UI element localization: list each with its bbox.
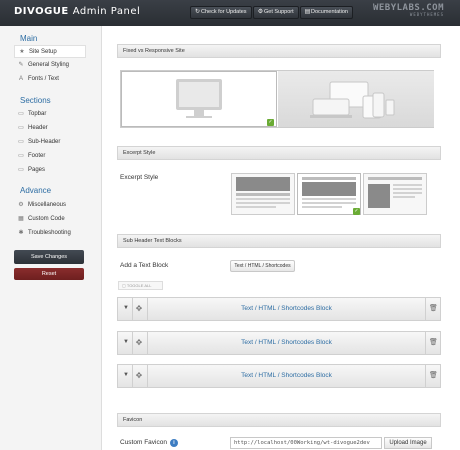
sidebar-item-troubleshooting[interactable]: ✱ Troubleshooting bbox=[14, 227, 86, 240]
excerpt-option-1[interactable] bbox=[231, 173, 295, 215]
check-updates-button[interactable]: ↻Check for Updates bbox=[190, 6, 252, 19]
reset-button[interactable]: Reset bbox=[14, 268, 84, 280]
trash-icon[interactable]: 🗑 bbox=[429, 371, 438, 379]
collapse-arrow-icon[interactable]: ▼ bbox=[122, 305, 130, 311]
sidebar-main-title: Main bbox=[20, 34, 38, 43]
add-text-block-button[interactable]: Text / HTML / Shortcodes bbox=[230, 260, 295, 272]
page-icon: ▭ bbox=[18, 111, 24, 117]
refresh-icon: ↻ bbox=[194, 9, 201, 15]
excerpt-section-header: Excerpt Style bbox=[117, 146, 441, 160]
custom-favicon-text: Custom Favicon bbox=[120, 439, 167, 446]
drag-handle-icon[interactable]: ✥ bbox=[135, 338, 143, 347]
brush-icon: ✎ bbox=[18, 62, 24, 68]
layout-option-responsive[interactable] bbox=[278, 71, 434, 127]
excerpt-thumbnail-2 bbox=[302, 177, 356, 208]
custom-favicon-label: Custom Favicon i bbox=[120, 439, 178, 447]
brand-subtitle: Admin Panel bbox=[72, 6, 141, 17]
text-block-title[interactable]: Text / HTML / Shortcodes Block bbox=[148, 339, 425, 346]
sidebar-item-label: Header bbox=[28, 125, 48, 131]
sidebar-item-label: Sub-Header bbox=[28, 139, 61, 145]
drag-handle-icon[interactable]: ✥ bbox=[135, 304, 143, 313]
sidebar-item-label: Site Setup bbox=[29, 49, 57, 55]
layout-option-fixed[interactable]: ✓ bbox=[121, 71, 277, 127]
font-icon: A bbox=[18, 76, 23, 82]
page-icon: ▭ bbox=[18, 125, 24, 131]
sidebar-item-label: Custom Code bbox=[28, 216, 65, 222]
text-block-3[interactable]: ▼ ✥ Text / HTML / Shortcodes Block 🗑 bbox=[117, 364, 441, 388]
responsive-devices-icon bbox=[310, 81, 395, 119]
star-icon: ★ bbox=[19, 49, 25, 55]
excerpt-thumbnail-1 bbox=[236, 177, 290, 208]
excerpt-style-label: Excerpt Style bbox=[120, 174, 159, 181]
text-block-2[interactable]: ▼ ✥ Text / HTML / Shortcodes Block 🗑 bbox=[117, 331, 441, 355]
sidebar-item-site-setup[interactable]: ★ Site Setup bbox=[14, 45, 86, 58]
page-icon: ▭ bbox=[18, 153, 24, 159]
brand-logo: DIVOGUE Admin Panel bbox=[14, 6, 140, 17]
code-icon: ▦ bbox=[18, 216, 24, 222]
get-support-label: Get Support bbox=[264, 9, 294, 15]
text-block-1[interactable]: ▼ ✥ Text / HTML / Shortcodes Block 🗑 bbox=[117, 297, 441, 321]
page-icon: ▭ bbox=[18, 139, 24, 145]
sidebar-item-label: Topbar bbox=[28, 111, 47, 117]
book-icon: ▤ bbox=[304, 9, 311, 15]
sidebar-item-general-styling[interactable]: ✎ General Styling bbox=[14, 59, 86, 72]
sidebar-item-footer[interactable]: ▭ Footer bbox=[14, 150, 86, 163]
sidebar-item-pages[interactable]: ▭ Pages bbox=[14, 164, 86, 177]
wrench-icon: ✱ bbox=[18, 230, 24, 236]
collapse-arrow-icon[interactable]: ▼ bbox=[122, 339, 130, 345]
documentation-label: Documentation bbox=[311, 9, 348, 15]
toggle-all-label: TOGGLE ALL bbox=[126, 283, 152, 288]
subheader-section-header: Sub Header Text Blocks bbox=[117, 234, 441, 248]
excerpt-thumbnail-3 bbox=[368, 177, 422, 208]
selected-check-icon: ✓ bbox=[267, 119, 274, 126]
excerpt-option-2[interactable]: ✓ bbox=[297, 173, 361, 215]
toggle-all-button[interactable]: ▢ TOGGLE ALL bbox=[118, 281, 163, 290]
trash-icon[interactable]: 🗑 bbox=[429, 338, 438, 346]
layout-options: ✓ bbox=[120, 70, 434, 128]
gear-icon: ⚙ bbox=[257, 9, 264, 15]
page-icon: ▭ bbox=[18, 167, 24, 173]
save-changes-button[interactable]: Save Changes bbox=[14, 250, 84, 264]
brand-name: DIVOGUE bbox=[14, 6, 69, 17]
sidebar: Main ★ Site Setup ✎ General Styling A Fonts… bbox=[0, 26, 102, 450]
sidebar-item-fonts-text[interactable]: A Fonts / Text bbox=[14, 73, 86, 86]
upload-image-button[interactable]: Upload Image bbox=[384, 437, 432, 449]
excerpt-option-3[interactable] bbox=[363, 173, 427, 215]
documentation-button[interactable]: ▤Documentation bbox=[300, 6, 353, 19]
sidebar-item-label: Footer bbox=[28, 153, 46, 159]
get-support-button[interactable]: ⚙Get Support bbox=[253, 6, 299, 19]
sidebar-item-label: Fonts / Text bbox=[28, 76, 59, 82]
watermark-logo: WEBYLABS.COM WEBYTHEMES bbox=[373, 3, 444, 17]
add-block-label: Add a Text Block bbox=[120, 262, 169, 269]
sidebar-item-label: Miscellaneous bbox=[28, 202, 67, 208]
sidebar-item-miscellaneous[interactable]: ⚙ Miscellaneous bbox=[14, 199, 86, 212]
sidebar-item-custom-code[interactable]: ▦ Custom Code bbox=[14, 213, 86, 226]
sidebar-item-sub-header[interactable]: ▭ Sub-Header bbox=[14, 136, 86, 149]
gear-icon: ⚙ bbox=[18, 202, 24, 208]
layout-section-header: Fixed vs Responsive Site bbox=[117, 44, 441, 58]
sidebar-item-label: Troubleshooting bbox=[28, 230, 71, 236]
sidebar-item-label: Pages bbox=[28, 167, 46, 173]
favicon-section-header: Favicon bbox=[117, 413, 441, 427]
sidebar-sections-title: Sections bbox=[20, 96, 51, 105]
sidebar-item-header[interactable]: ▭ Header bbox=[14, 122, 86, 135]
sidebar-item-topbar[interactable]: ▭ Topbar bbox=[14, 108, 86, 121]
top-header: DIVOGUE Admin Panel ↻Check for Updates ⚙G… bbox=[0, 0, 460, 26]
collapse-arrow-icon[interactable]: ▼ bbox=[122, 372, 130, 378]
text-block-title[interactable]: Text / HTML / Shortcodes Block bbox=[148, 305, 425, 312]
selected-check-icon: ✓ bbox=[353, 208, 360, 215]
sidebar-item-label: General Styling bbox=[28, 62, 70, 68]
drag-handle-icon[interactable]: ✥ bbox=[135, 371, 143, 380]
text-block-title[interactable]: Text / HTML / Shortcodes Block bbox=[148, 372, 425, 379]
info-icon[interactable]: i bbox=[169, 439, 178, 447]
desktop-icon bbox=[176, 79, 222, 118]
check-updates-label: Check for Updates bbox=[201, 9, 247, 15]
trash-icon[interactable]: 🗑 bbox=[429, 304, 438, 312]
favicon-url-input[interactable]: http://localhost/00Working/wt-divogue2de… bbox=[230, 437, 382, 449]
sidebar-advance-title: Advance bbox=[20, 186, 52, 195]
